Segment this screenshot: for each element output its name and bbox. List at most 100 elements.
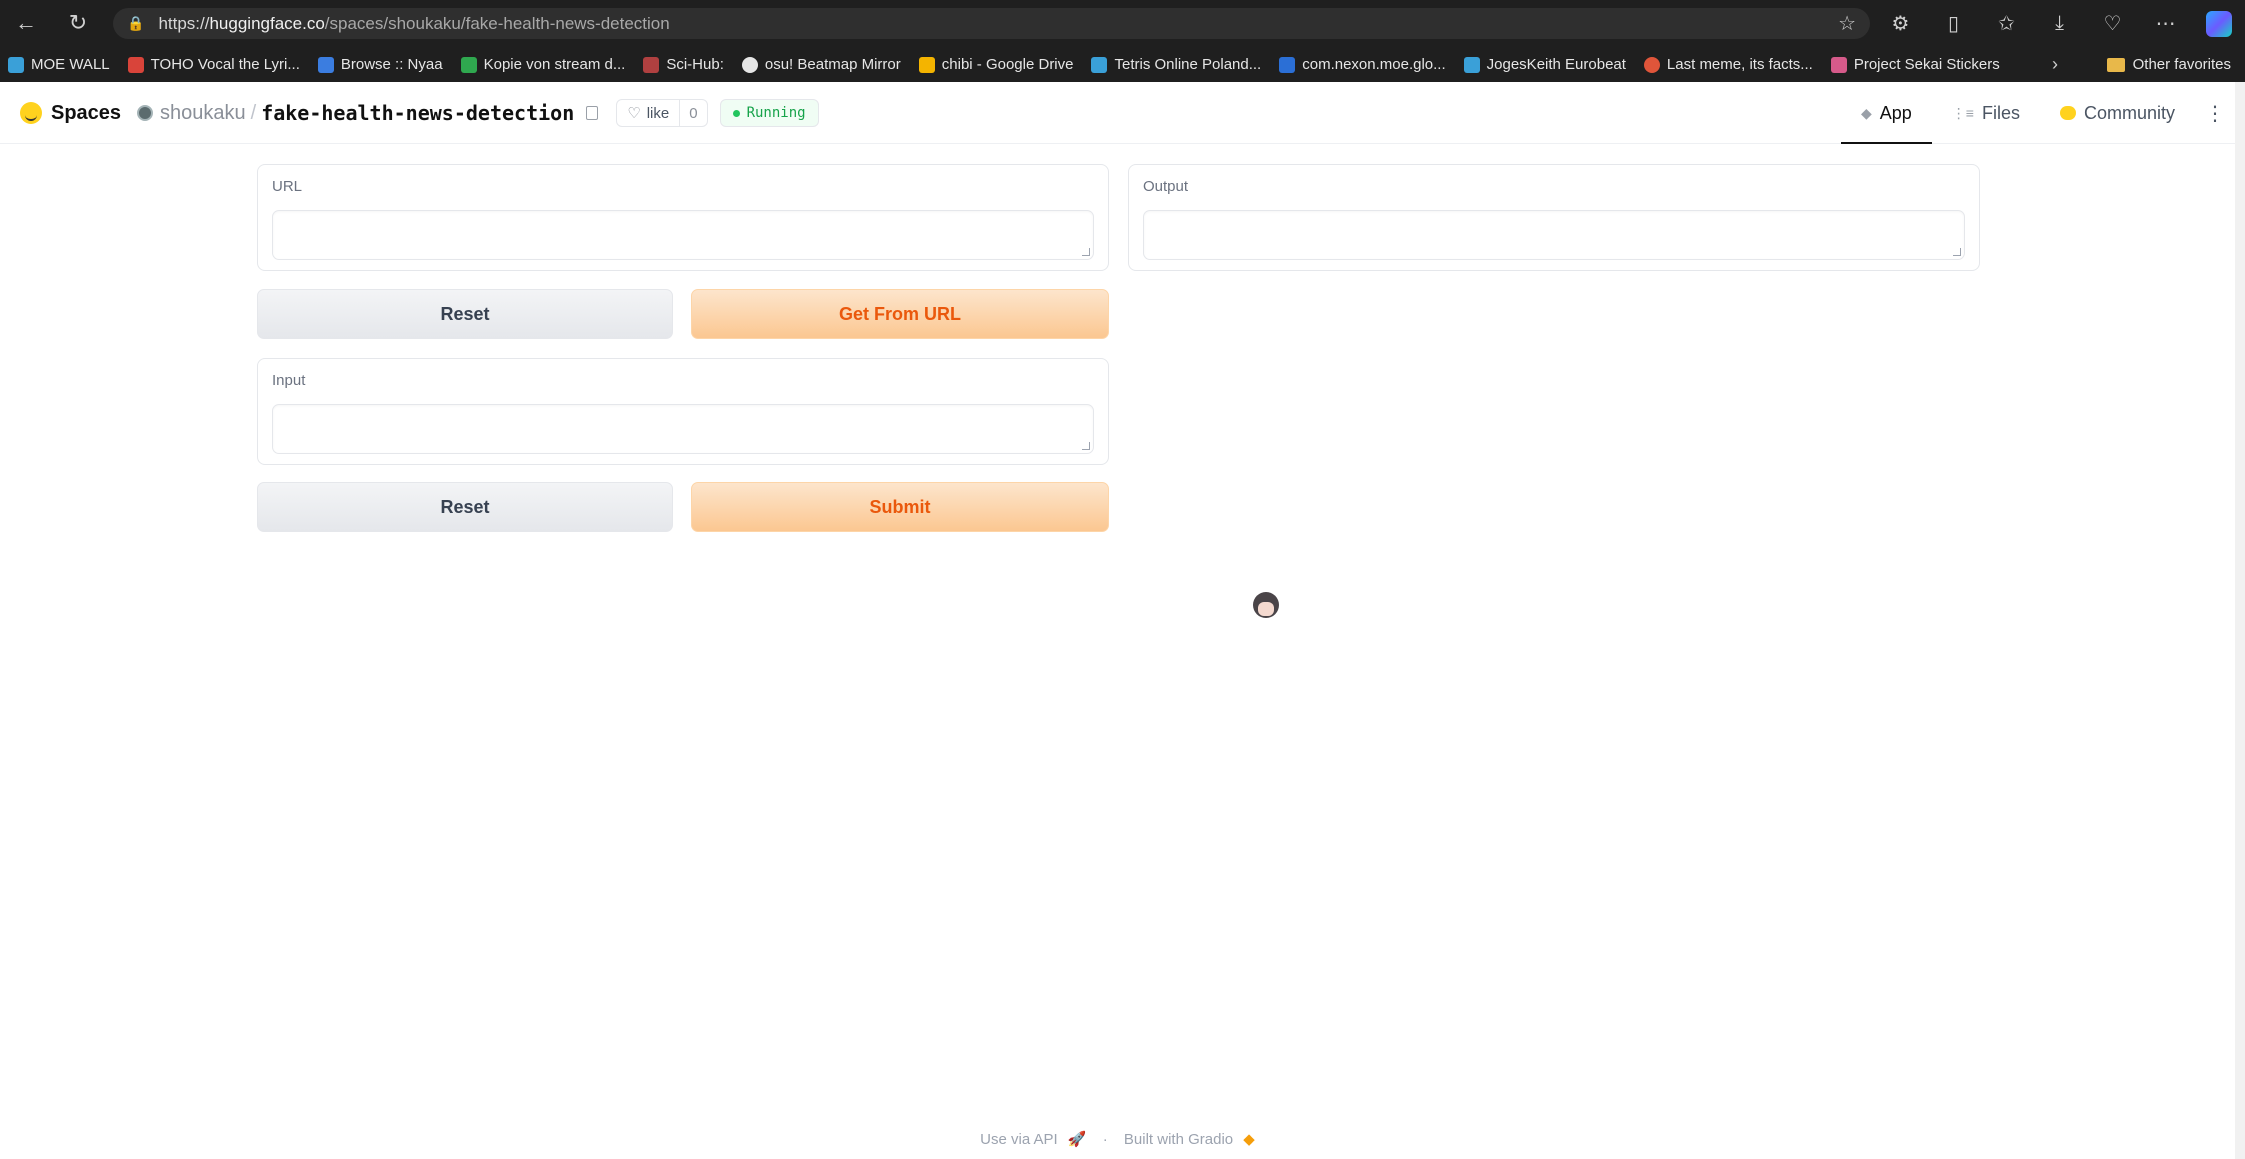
gradio-logo-icon: ◆ <box>1243 1131 1255 1148</box>
breadcrumb-separator: / <box>250 101 257 124</box>
bookmark-label: Browse :: Nyaa <box>340 56 443 73</box>
bookmark[interactable]: MOE WALL <box>8 56 110 73</box>
like-count[interactable]: 0 <box>680 105 706 122</box>
folder-icon <box>2106 57 2125 72</box>
address-bar[interactable]: 🔒 https://huggingface.co/spaces/shoukaku… <box>113 8 1870 39</box>
space-tabs: ◆ App ⋮≡ Files Community ⋮ <box>1840 82 2235 144</box>
bookmark[interactable]: osu! Beatmap Mirror <box>741 56 901 73</box>
bookmark[interactable]: Sci-Hub: <box>643 56 724 73</box>
bookmark-label: com.nexon.moe.glo... <box>1302 56 1446 73</box>
refresh-icon[interactable]: ↻ <box>58 3 98 43</box>
like-button[interactable]: ♡ like 0 <box>616 99 708 127</box>
bookmark[interactable]: TOHO Vocal the Lyri... <box>127 56 300 73</box>
bookmark[interactable]: Last meme, its facts... <box>1643 56 1813 73</box>
more-options-icon[interactable]: ⋮ <box>2195 82 2235 144</box>
copy-icon[interactable] <box>586 106 599 120</box>
rocket-icon: 🚀 <box>1067 1131 1087 1148</box>
bookmark[interactable]: Project Sekai Stickers <box>1830 56 2000 73</box>
url-scheme: https:// <box>158 13 210 33</box>
spaces-link[interactable]: Spaces <box>20 82 121 144</box>
bookmark[interactable]: Tetris Online Poland... <box>1091 56 1261 73</box>
bookmark[interactable]: com.nexon.moe.glo... <box>1279 56 1446 73</box>
bookmark-favicon-icon <box>1830 56 1847 73</box>
bookmark-favicon-icon <box>460 56 477 73</box>
github-icon <box>741 56 758 73</box>
heart-icon: ♡ <box>627 105 641 122</box>
spaces-label: Spaces <box>51 101 122 124</box>
avatar <box>137 105 153 121</box>
downloads-icon[interactable]: ⤓ <box>2033 0 2086 47</box>
mouse-cursor-icon <box>1247 588 1283 624</box>
status-badge[interactable]: Running <box>719 99 819 127</box>
more-menu-icon[interactable]: ⋯ <box>2139 0 2192 47</box>
other-favorites-label: Other favorites <box>2132 56 2231 73</box>
tab-label: App <box>1879 102 1912 123</box>
extensions-icon[interactable]: ⚙ <box>1874 0 1927 47</box>
favorite-star-icon[interactable]: ☆ <box>1838 11 1856 36</box>
browser-toolbar: ← ↻ 🔒 https://huggingface.co/spaces/shou… <box>0 0 2245 47</box>
breadcrumb: shoukaku / fake-health-news-detection ♡ l… <box>137 82 819 144</box>
bookmark-label: MOE WALL <box>31 56 110 73</box>
bookmark-label: Kopie von stream d... <box>483 56 626 73</box>
status-dot-icon <box>732 109 740 117</box>
built-with-gradio-link[interactable]: Built with Gradio <box>1124 1131 1233 1148</box>
bookmark[interactable]: Browse :: Nyaa <box>317 56 443 73</box>
bookmark-favicon-icon <box>127 56 144 73</box>
tab-label: Community <box>2083 102 2175 123</box>
browser-essentials-icon[interactable]: ♡ <box>2086 0 2139 47</box>
url-textbox: URL <box>257 164 1109 271</box>
bookmarks-bar: MOE WALL TOHO Vocal the Lyri... Browse :… <box>0 47 2245 82</box>
tab-label: Files <box>1981 102 2020 123</box>
url-input[interactable] <box>272 210 1094 260</box>
other-favorites[interactable]: Other favorites <box>2106 47 2231 82</box>
input-label: Input <box>272 372 306 389</box>
browser-tools: ⚙ ▯ ✩ ⤓ ♡ ⋯ <box>1874 0 2245 47</box>
status-label: Running <box>746 105 806 121</box>
bookmark-favicon-icon <box>317 56 334 73</box>
bookmark-favicon-icon <box>8 56 24 73</box>
reset-url-button[interactable]: Reset <box>257 289 673 339</box>
bookmark-favicon-icon <box>1279 56 1296 73</box>
use-via-api-link[interactable]: Use via API <box>980 1131 1058 1148</box>
get-from-url-button[interactable]: Get From URL <box>691 289 1109 339</box>
bookmark-favicon-icon <box>643 56 660 73</box>
input-field[interactable] <box>272 404 1094 454</box>
bookmark-favicon-icon <box>1643 56 1660 73</box>
tab-community[interactable]: Community <box>2040 82 2195 144</box>
url-label: URL <box>272 178 303 195</box>
hugging-face-logo-icon <box>20 102 42 124</box>
back-icon[interactable]: ← <box>6 3 46 43</box>
bookmark-label: chibi - Google Drive <box>941 56 1074 73</box>
app-cube-icon: ◆ <box>1860 104 1872 121</box>
chevron-right-icon[interactable]: › <box>2052 47 2058 82</box>
output-label: Output <box>1143 178 1189 195</box>
tab-app[interactable]: ◆ App <box>1840 82 1932 144</box>
submit-button[interactable]: Submit <box>691 482 1109 532</box>
scrollbar[interactable] <box>2235 82 2245 1159</box>
url-host: huggingface.co <box>209 13 325 33</box>
community-icon <box>2059 106 2076 120</box>
bookmark-label: TOHO Vocal the Lyri... <box>150 56 300 73</box>
input-textbox: Input <box>257 358 1109 465</box>
bookmark[interactable]: Kopie von stream d... <box>460 56 626 73</box>
owner-link[interactable]: shoukaku <box>160 102 246 125</box>
lock-icon: 🔒 <box>127 15 145 31</box>
repo-name[interactable]: fake-health-news-detection <box>261 101 574 125</box>
like-label: like <box>646 104 670 122</box>
url-path: /spaces/shoukaku/fake-health-news-detect… <box>324 13 670 33</box>
favorites-icon[interactable]: ✩ <box>1980 0 2033 47</box>
tab-files[interactable]: ⋮≡ Files <box>1932 82 2040 144</box>
output-field[interactable] <box>1143 210 1965 260</box>
bookmark-favicon-icon <box>1463 56 1480 73</box>
footer: Use via API 🚀 · Built with Gradio ◆ <box>0 1130 2235 1148</box>
bookmark[interactable]: chibi - Google Drive <box>918 56 1074 73</box>
bookmark[interactable]: JogesKeith Eurobeat <box>1463 56 1626 73</box>
bookmark-label: Last meme, its facts... <box>1666 56 1813 73</box>
bookmark-label: Sci-Hub: <box>666 56 724 73</box>
output-textbox: Output <box>1128 164 1980 271</box>
copilot-icon[interactable] <box>2192 0 2245 47</box>
reset-input-button[interactable]: Reset <box>257 482 673 532</box>
bookmark-favicon-icon <box>1091 56 1108 73</box>
split-screen-icon[interactable]: ▯ <box>1927 0 1980 47</box>
bookmark-label: JogesKeith Eurobeat <box>1486 56 1626 73</box>
